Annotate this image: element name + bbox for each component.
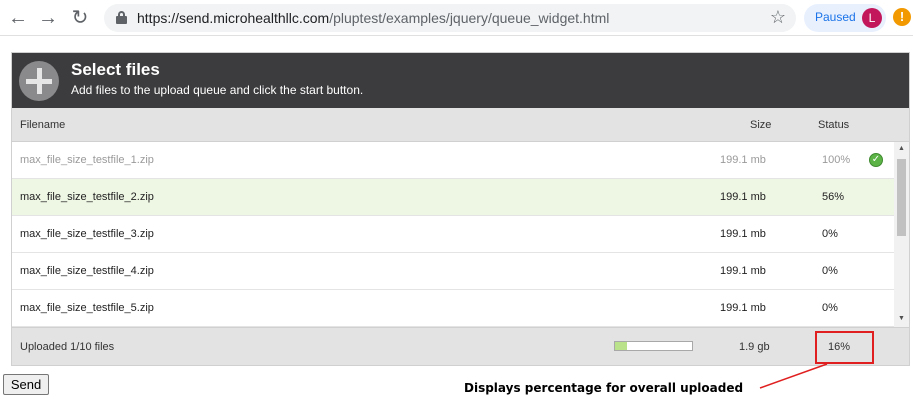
annotation-arrow [759, 363, 828, 389]
annotation-text: Displays percentage for overall uploaded [464, 381, 744, 395]
